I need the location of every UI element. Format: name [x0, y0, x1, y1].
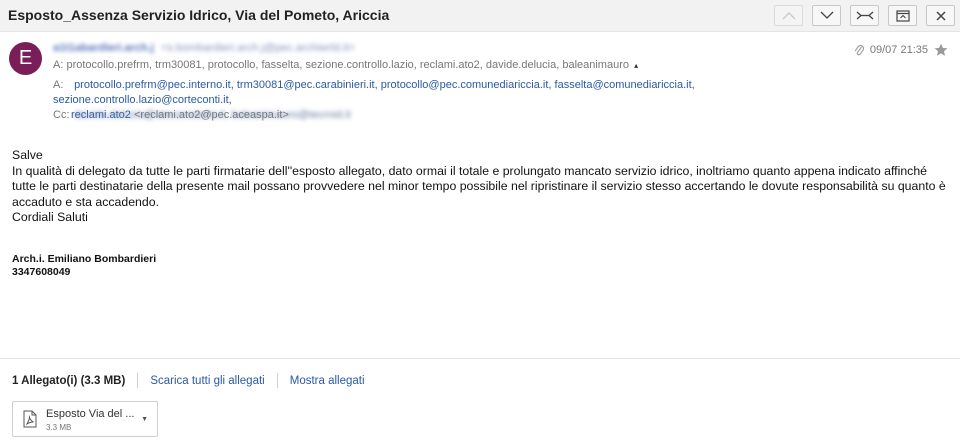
sender-name[interactable]: a1t1abardieri.arch.j: [53, 42, 154, 54]
sender-avatar: E: [9, 42, 42, 75]
attachments-divider: [0, 358, 960, 359]
sender-address: <s.bombardieri.arch.j@pec.archiwrld.it>: [160, 42, 355, 54]
recipient-address[interactable]: protocollo.prefrm@pec.interno.it,: [74, 79, 234, 91]
chevron-down-icon: [820, 11, 833, 19]
attachments-bar: 1 Allegato(i) (3.3 MB) Scarica tutti gli…: [12, 373, 365, 388]
collapse-arrows-icon: [856, 11, 873, 20]
star-icon[interactable]: [934, 43, 948, 57]
to-label: A:: [53, 79, 64, 91]
download-all-link[interactable]: Scarica tutti gli allegati: [150, 375, 264, 387]
close-button[interactable]: [926, 5, 955, 26]
attachment-file-name: Esposto Via del ...: [46, 408, 135, 420]
message-body: Salve In qualità di delegato da tutte le…: [12, 148, 952, 226]
message-meta: 09/07 21:35: [854, 43, 948, 57]
separator: [137, 373, 139, 388]
paperclip-icon: [854, 44, 864, 56]
attachment-count: 1 Allegato(i) (3.3 MB): [12, 374, 126, 387]
attachment-file-size: 3.3 MB: [46, 423, 72, 432]
collapse-button[interactable]: [850, 5, 879, 26]
recipient-address[interactable]: protocollo@pec.comunediariccia.it,: [381, 79, 552, 91]
show-attachments-link[interactable]: Mostra allegati: [290, 375, 365, 387]
previous-message-button[interactable]: [774, 5, 803, 26]
recipient-address[interactable]: sezione.controllo.lazio@corteconti.it,: [53, 94, 232, 106]
close-icon: [935, 10, 946, 21]
sender-line: a1t1abardieri.arch.j <s.bombardieri.arch…: [53, 42, 355, 54]
cc-line: Cc: davide.delucia@ateconsitelia.it, bal…: [53, 109, 351, 121]
body-greeting: Salve: [12, 148, 43, 162]
attachment-menu-chevron-icon[interactable]: ▼: [141, 416, 148, 423]
body-paragraph: In qualità di delegato da tutte le parti…: [12, 163, 946, 209]
recipient-address[interactable]: trm30081@pec.carabinieri.it,: [237, 79, 378, 91]
recipients-summary: A: protocollo.prefrm, trm30081, protocol…: [53, 59, 638, 71]
next-message-button[interactable]: [812, 5, 841, 26]
attachment-file-card[interactable]: Esposto Via del ... 3.3 MB ▼: [12, 401, 158, 437]
collapse-recipients-toggle[interactable]: ▴: [634, 61, 638, 70]
cc-label: Cc:: [53, 109, 70, 121]
message-subject: Esposto_Assenza Servizio Idrico, Via del…: [8, 7, 390, 23]
to-summary-label: A:: [53, 59, 64, 71]
message-date: 09/07 21:35: [869, 44, 928, 56]
chevron-up-icon: [782, 12, 795, 20]
separator: [276, 373, 278, 388]
popout-window-icon: [895, 9, 910, 22]
signature: Arch.i. Emiliano Bombardieri 3347608049: [12, 253, 156, 279]
recipient-address[interactable]: fasselta@comunediariccia.it,: [555, 79, 695, 91]
signature-name: Arch.i. Emiliano Bombardieri: [12, 253, 157, 265]
body-closing: Cordiali Saluti: [12, 210, 88, 224]
message-header-bar: Esposto_Assenza Servizio Idrico, Via del…: [0, 0, 960, 32]
cc-recipients[interactable]: davide.delucia@ateconsitelia.it, baleani…: [74, 109, 351, 121]
to-summary-list: protocollo.prefrm, trm30081, protocollo,…: [66, 59, 629, 71]
pdf-icon: [23, 410, 37, 428]
signature-phone: 3347608049: [12, 266, 71, 278]
popout-button[interactable]: [888, 5, 917, 26]
